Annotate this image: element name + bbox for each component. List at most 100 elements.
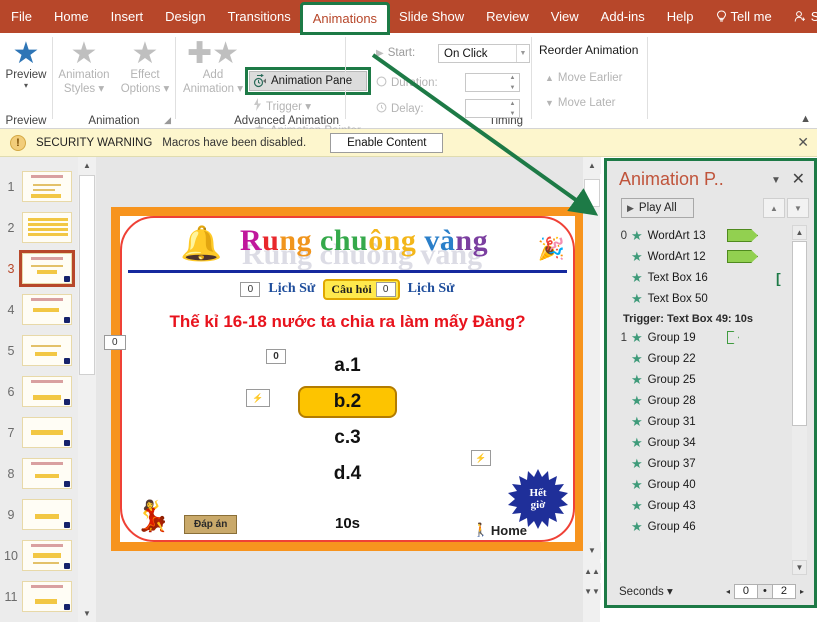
animation-dialog-launcher[interactable]: ◢ — [164, 115, 171, 126]
trigger-icon[interactable]: ⚡ — [246, 389, 270, 407]
list-item[interactable]: ★ Group 25 — [613, 369, 793, 390]
list-item[interactable]: 9 — [0, 494, 78, 535]
answer-option-a[interactable]: 0 a.1 — [122, 348, 573, 384]
answer-b-label[interactable]: b.2 — [298, 386, 397, 418]
tab-share[interactable]: Share — [783, 0, 817, 33]
tab-transitions[interactable]: Transitions — [217, 0, 302, 33]
chevron-down-icon[interactable]: ▼ — [771, 175, 781, 186]
scrollbar-thumb[interactable] — [584, 179, 600, 207]
scroll-down-icon[interactable]: ▼ — [78, 605, 96, 622]
slide-thumbnail[interactable] — [22, 376, 72, 407]
tab-review[interactable]: Review — [475, 0, 540, 33]
left-subject-label[interactable]: Lịch Sử — [268, 281, 315, 297]
list-item[interactable]: 3 — [0, 248, 78, 289]
animation-pane-scrollbar[interactable]: ▲ ▼ — [792, 225, 807, 575]
list-item[interactable]: ★ Group 46 — [613, 516, 793, 537]
delay-input[interactable]: ▲▼ — [465, 99, 520, 118]
timeline-left-arrow[interactable]: ◂ — [722, 587, 734, 596]
list-item[interactable]: ★ Group 34 — [613, 432, 793, 453]
delay-spinner[interactable]: ▲▼ — [508, 101, 517, 117]
left-counter[interactable]: 0 — [240, 282, 260, 297]
question-counter-pill[interactable]: Câu hỏi 0 — [323, 279, 399, 300]
previous-slide-button[interactable]: ▲▲ — [583, 563, 601, 580]
list-item[interactable]: ★ Text Box 50 — [613, 288, 793, 309]
tab-insert[interactable]: Insert — [100, 0, 155, 33]
slide-thumbnail[interactable] — [22, 171, 72, 202]
timeline-bar[interactable] — [727, 331, 739, 344]
close-icon[interactable]: ✕ — [792, 169, 805, 189]
question-counter[interactable]: 0 — [376, 282, 396, 297]
scroll-down-icon[interactable]: ▼ — [583, 542, 601, 559]
slide-thumbnail[interactable] — [22, 499, 72, 530]
tab-animations[interactable]: Animations — [302, 4, 388, 33]
list-item[interactable]: 6 — [0, 371, 78, 412]
list-item[interactable]: 4 — [0, 289, 78, 330]
trigger-icon-right[interactable]: ⚡ — [471, 450, 491, 466]
tab-view[interactable]: View — [540, 0, 590, 33]
preview-button[interactable]: ★ Preview ▾ — [0, 39, 52, 90]
timeline-bar[interactable] — [727, 250, 758, 263]
animation-list[interactable]: 0 ★ WordArt 13 ★ WordArt 12 ★ Text Box 1… — [613, 225, 793, 573]
answer-a-marker[interactable]: 0 — [266, 349, 286, 364]
timeline-right-arrow[interactable]: ▸ — [796, 587, 808, 596]
animation-styles-button[interactable]: ★ Animation Styles ▾ — [53, 39, 115, 95]
move-earlier-button[interactable]: ▲ Move Earlier — [545, 72, 622, 84]
preview-dropdown-icon[interactable]: ▾ — [0, 81, 52, 90]
tab-home[interactable]: Home — [43, 0, 100, 33]
timeline-bar[interactable] — [727, 229, 758, 242]
list-item[interactable]: 2 — [0, 207, 78, 248]
trigger-group-header[interactable]: Trigger: Text Box 49: 10s — [613, 309, 793, 327]
scroll-down-icon[interactable]: ▼ — [792, 560, 807, 575]
enable-content-button[interactable]: Enable Content — [330, 133, 443, 153]
answer-option-b[interactable]: ⚡ b.2 — [122, 384, 573, 420]
list-item[interactable]: ★ Group 22 — [613, 348, 793, 369]
tab-addins[interactable]: Add-ins — [590, 0, 656, 33]
close-icon[interactable]: ✕ — [797, 134, 809, 151]
slide-scrollbar[interactable]: ▲ ▼ ▲▲ ▼▼ — [583, 157, 600, 622]
list-item[interactable]: 8 — [0, 453, 78, 494]
show-answer-button[interactable]: Đáp án — [184, 515, 237, 534]
list-item[interactable]: ★ Group 28 — [613, 390, 793, 411]
effect-options-button[interactable]: ★ Effect Options ▾ — [115, 39, 175, 95]
slide-canvas[interactable]: 🔔 Rung chuông vàng Rung chuông vàng 🎉 0 … — [111, 207, 584, 551]
chevron-down-icon[interactable]: ▼ — [516, 45, 529, 62]
list-item[interactable]: 7 — [0, 412, 78, 453]
right-subject-label[interactable]: Lịch Sử — [408, 281, 455, 297]
trigger-button[interactable]: Trigger ▾ — [253, 98, 311, 114]
play-all-button[interactable]: ▶ Play All — [621, 198, 694, 218]
scrollbar-thumb[interactable] — [79, 175, 95, 375]
answer-option-d[interactable]: d.4 — [122, 456, 573, 492]
list-item[interactable]: 12 — [0, 617, 78, 622]
add-animation-button[interactable]: ✚★ Add Animation ▾ — [176, 39, 250, 95]
animation-pane-panel[interactable]: Animation P.. ▼ ✕ ▶ Play All ▲ ▼ 0 ★ Wor… — [604, 158, 817, 608]
list-item[interactable]: 11 — [0, 576, 78, 617]
seconds-dropdown[interactable]: Seconds ▾ — [619, 584, 673, 598]
scroll-up-icon[interactable]: ▲ — [792, 225, 807, 240]
slide-thumbnail[interactable] — [22, 458, 72, 489]
list-item[interactable]: 5 — [0, 330, 78, 371]
slide-thumbnail[interactable] — [22, 294, 72, 325]
slide-thumbnail[interactable] — [22, 581, 72, 612]
move-later-button[interactable]: ▼ Move Later — [545, 97, 615, 109]
slide-thumbnail[interactable] — [22, 540, 72, 571]
list-item[interactable]: ★ Text Box 16 [ — [613, 267, 793, 288]
list-item[interactable]: 0 ★ WordArt 13 — [613, 225, 793, 246]
scrollbar-thumb[interactable] — [792, 241, 807, 426]
duration-spinner[interactable]: ▲▼ — [508, 75, 517, 91]
slide-thumbnail[interactable] — [22, 335, 72, 366]
list-item[interactable]: ★ Group 31 — [613, 411, 793, 432]
move-down-button[interactable]: ▼ — [787, 198, 809, 218]
tab-slide-show[interactable]: Slide Show — [388, 0, 475, 33]
slide-thumbnail-selected[interactable] — [22, 253, 72, 284]
next-slide-button[interactable]: ▼▼ — [583, 583, 601, 600]
slide-thumbnail[interactable] — [22, 417, 72, 448]
tab-file[interactable]: File — [0, 0, 43, 33]
start-select[interactable]: On Click ▼ — [438, 44, 530, 63]
thumbnail-scrollbar[interactable]: ▲ ▼ — [78, 157, 96, 622]
collapse-ribbon-button[interactable]: ▲ — [800, 113, 811, 125]
list-item[interactable]: ★ Group 43 — [613, 495, 793, 516]
timeline-scale[interactable]: ◂ 0 • 2 ▸ — [722, 584, 808, 599]
list-item[interactable]: ★ Group 40 — [613, 474, 793, 495]
tab-help[interactable]: Help — [656, 0, 705, 33]
list-item[interactable]: 10 — [0, 535, 78, 576]
